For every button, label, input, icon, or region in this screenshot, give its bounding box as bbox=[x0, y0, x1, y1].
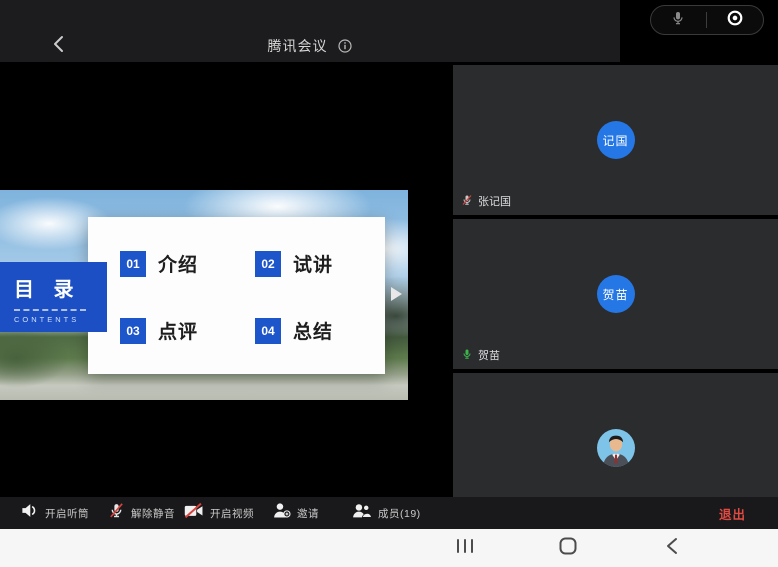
members-button[interactable]: 成员(19) bbox=[352, 497, 421, 529]
toolbar-label: 开启听筒 bbox=[45, 506, 89, 521]
start-video-button[interactable]: 开启视频 bbox=[184, 497, 254, 529]
top-bar: 腾讯会议 bbox=[0, 0, 778, 62]
speaker-icon bbox=[20, 501, 39, 525]
home-icon bbox=[559, 537, 577, 560]
avatar: 贺苗 bbox=[597, 275, 635, 313]
recents-icon bbox=[456, 538, 474, 559]
toc-label: 试讲 bbox=[293, 250, 333, 277]
mic-muted-icon bbox=[108, 502, 125, 524]
name-tag: 张记国 bbox=[461, 193, 511, 209]
toc-title-box: 目 录 CONTENTS bbox=[0, 262, 107, 332]
avatar: 记国 bbox=[597, 121, 635, 159]
toc-label: 介绍 bbox=[158, 250, 198, 277]
toc-item-3: 03 点评 bbox=[120, 317, 198, 344]
exit-label: 退出 bbox=[719, 504, 746, 523]
toc-item-1: 01 介绍 bbox=[120, 250, 198, 277]
page-title: 腾讯会议 bbox=[0, 36, 620, 56]
toc-card: 01 介绍 02 试讲 03 点评 04 总结 bbox=[88, 217, 385, 374]
exit-meeting-button[interactable]: 退出 bbox=[719, 497, 746, 529]
system-capsule bbox=[650, 5, 764, 35]
toolbar-label: 解除静音 bbox=[131, 506, 175, 521]
nav-back-button[interactable] bbox=[650, 529, 694, 567]
toolbar-label: 开启视频 bbox=[210, 506, 254, 521]
speaker-toggle-button[interactable]: 开启听筒 bbox=[20, 497, 89, 529]
toolbar-label: 成员(19) bbox=[378, 506, 421, 521]
presentation-slide: 01 介绍 02 试讲 03 点评 04 总结 bbox=[0, 190, 408, 400]
home-button[interactable] bbox=[546, 529, 590, 567]
toc-label: 点评 bbox=[158, 317, 198, 344]
info-icon[interactable] bbox=[332, 37, 352, 53]
camera-off-icon bbox=[184, 502, 204, 524]
participant-name: 张记国 bbox=[478, 193, 511, 209]
people-icon bbox=[352, 502, 372, 524]
record-dot-icon[interactable] bbox=[726, 9, 744, 32]
toc-number-badge: 04 bbox=[255, 318, 281, 344]
microphone-icon[interactable] bbox=[670, 10, 686, 31]
person-add-icon bbox=[272, 502, 291, 524]
participant-tile-1[interactable]: 记国 张记国 bbox=[453, 65, 778, 215]
toc-title: 目 录 bbox=[14, 273, 107, 302]
unmute-button[interactable]: 解除静音 bbox=[108, 497, 175, 529]
name-tag: 贺苗 bbox=[461, 347, 500, 363]
participant-name: 贺苗 bbox=[478, 347, 500, 363]
mic-muted-icon bbox=[461, 194, 473, 209]
toc-number-badge: 02 bbox=[255, 251, 281, 277]
toc-item-4: 04 总结 bbox=[255, 317, 333, 344]
participant-tile-2[interactable]: 贺苗 贺苗 bbox=[453, 219, 778, 369]
recents-button[interactable] bbox=[443, 529, 487, 567]
toolbar-label: 邀请 bbox=[297, 506, 319, 521]
toc-subtitle: CONTENTS bbox=[14, 315, 107, 324]
toc-item-2: 02 试讲 bbox=[255, 250, 333, 277]
screen-share-area[interactable]: 01 介绍 02 试讲 03 点评 04 总结 bbox=[0, 62, 453, 497]
back-icon bbox=[665, 537, 679, 560]
toc-number-badge: 03 bbox=[120, 318, 146, 344]
android-nav-bar bbox=[0, 529, 778, 567]
invite-button[interactable]: 邀请 bbox=[272, 497, 319, 529]
meeting-toolbar: 开启听筒 解除静音 开启视频 邀请 成员(19) bbox=[0, 497, 778, 529]
app-title: 腾讯会议 bbox=[268, 38, 328, 54]
toc-label: 总结 bbox=[293, 317, 333, 344]
main-area: 01 介绍 02 试讲 03 点评 04 总结 bbox=[0, 62, 778, 497]
meeting-screen: 腾讯会议 01 介绍 bbox=[0, 0, 778, 567]
mic-on-icon bbox=[461, 348, 473, 363]
participant-column: 记国 张记国 贺苗 贺苗 bbox=[453, 62, 778, 497]
toc-divider bbox=[14, 309, 86, 311]
next-slide-icon[interactable] bbox=[391, 287, 402, 301]
capsule-divider bbox=[706, 12, 707, 28]
toc-number-badge: 01 bbox=[120, 251, 146, 277]
avatar-photo bbox=[597, 429, 635, 467]
